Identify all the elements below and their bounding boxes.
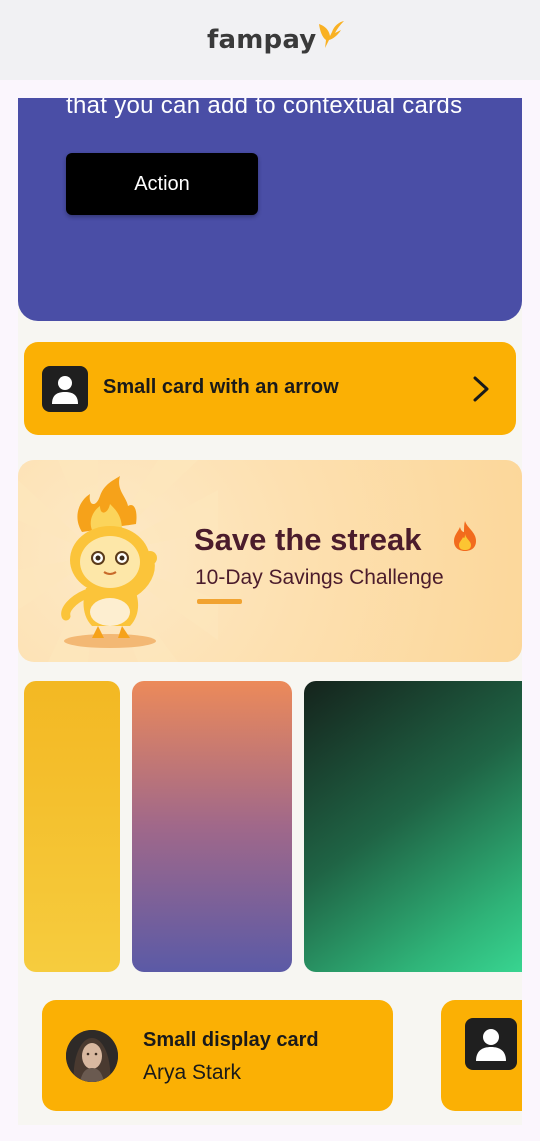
- fampay-bird-icon: [317, 20, 345, 55]
- small-display-card-2[interactable]: [441, 1000, 522, 1111]
- streak-subtitle: 10-Day Savings Challenge: [195, 566, 444, 589]
- display-card-title: Small display card: [143, 1029, 319, 1051]
- action-button[interactable]: Action: [66, 153, 258, 215]
- contextual-cards-feed[interactable]: that you can add to contextual cards Act…: [18, 98, 522, 1125]
- small-display-card[interactable]: Small display card Arya Stark: [42, 1000, 393, 1111]
- small-card-with-arrow[interactable]: Small card with an arrow: [24, 342, 516, 435]
- big-display-card[interactable]: that you can add to contextual cards Act…: [18, 98, 522, 321]
- fampay-logo: fampay: [207, 18, 345, 62]
- avatar-photo: [66, 1030, 118, 1082]
- arrow-card-label: Small card with an arrow: [103, 376, 339, 398]
- streak-title: Save the streak: [194, 522, 422, 557]
- logo-text: fampay: [207, 25, 317, 55]
- user-icon: [465, 1018, 517, 1070]
- big-card-description: that you can add to contextual cards: [66, 98, 463, 119]
- display-card-subtitle: Arya Stark: [143, 1061, 242, 1084]
- app-header: fampay: [0, 0, 540, 80]
- sunset-gradient-card[interactable]: [132, 681, 292, 972]
- green-gradient-card[interactable]: [304, 681, 522, 972]
- streak-underline: [197, 599, 242, 604]
- yellow-gradient-card[interactable]: [24, 681, 120, 972]
- user-icon: [42, 366, 88, 412]
- save-the-streak-banner[interactable]: Save the streak 10-Day Savings Challenge: [18, 460, 522, 662]
- fire-icon: [450, 520, 480, 557]
- flame-mascot-illustration: [42, 476, 182, 656]
- chevron-right-icon[interactable]: [470, 375, 494, 408]
